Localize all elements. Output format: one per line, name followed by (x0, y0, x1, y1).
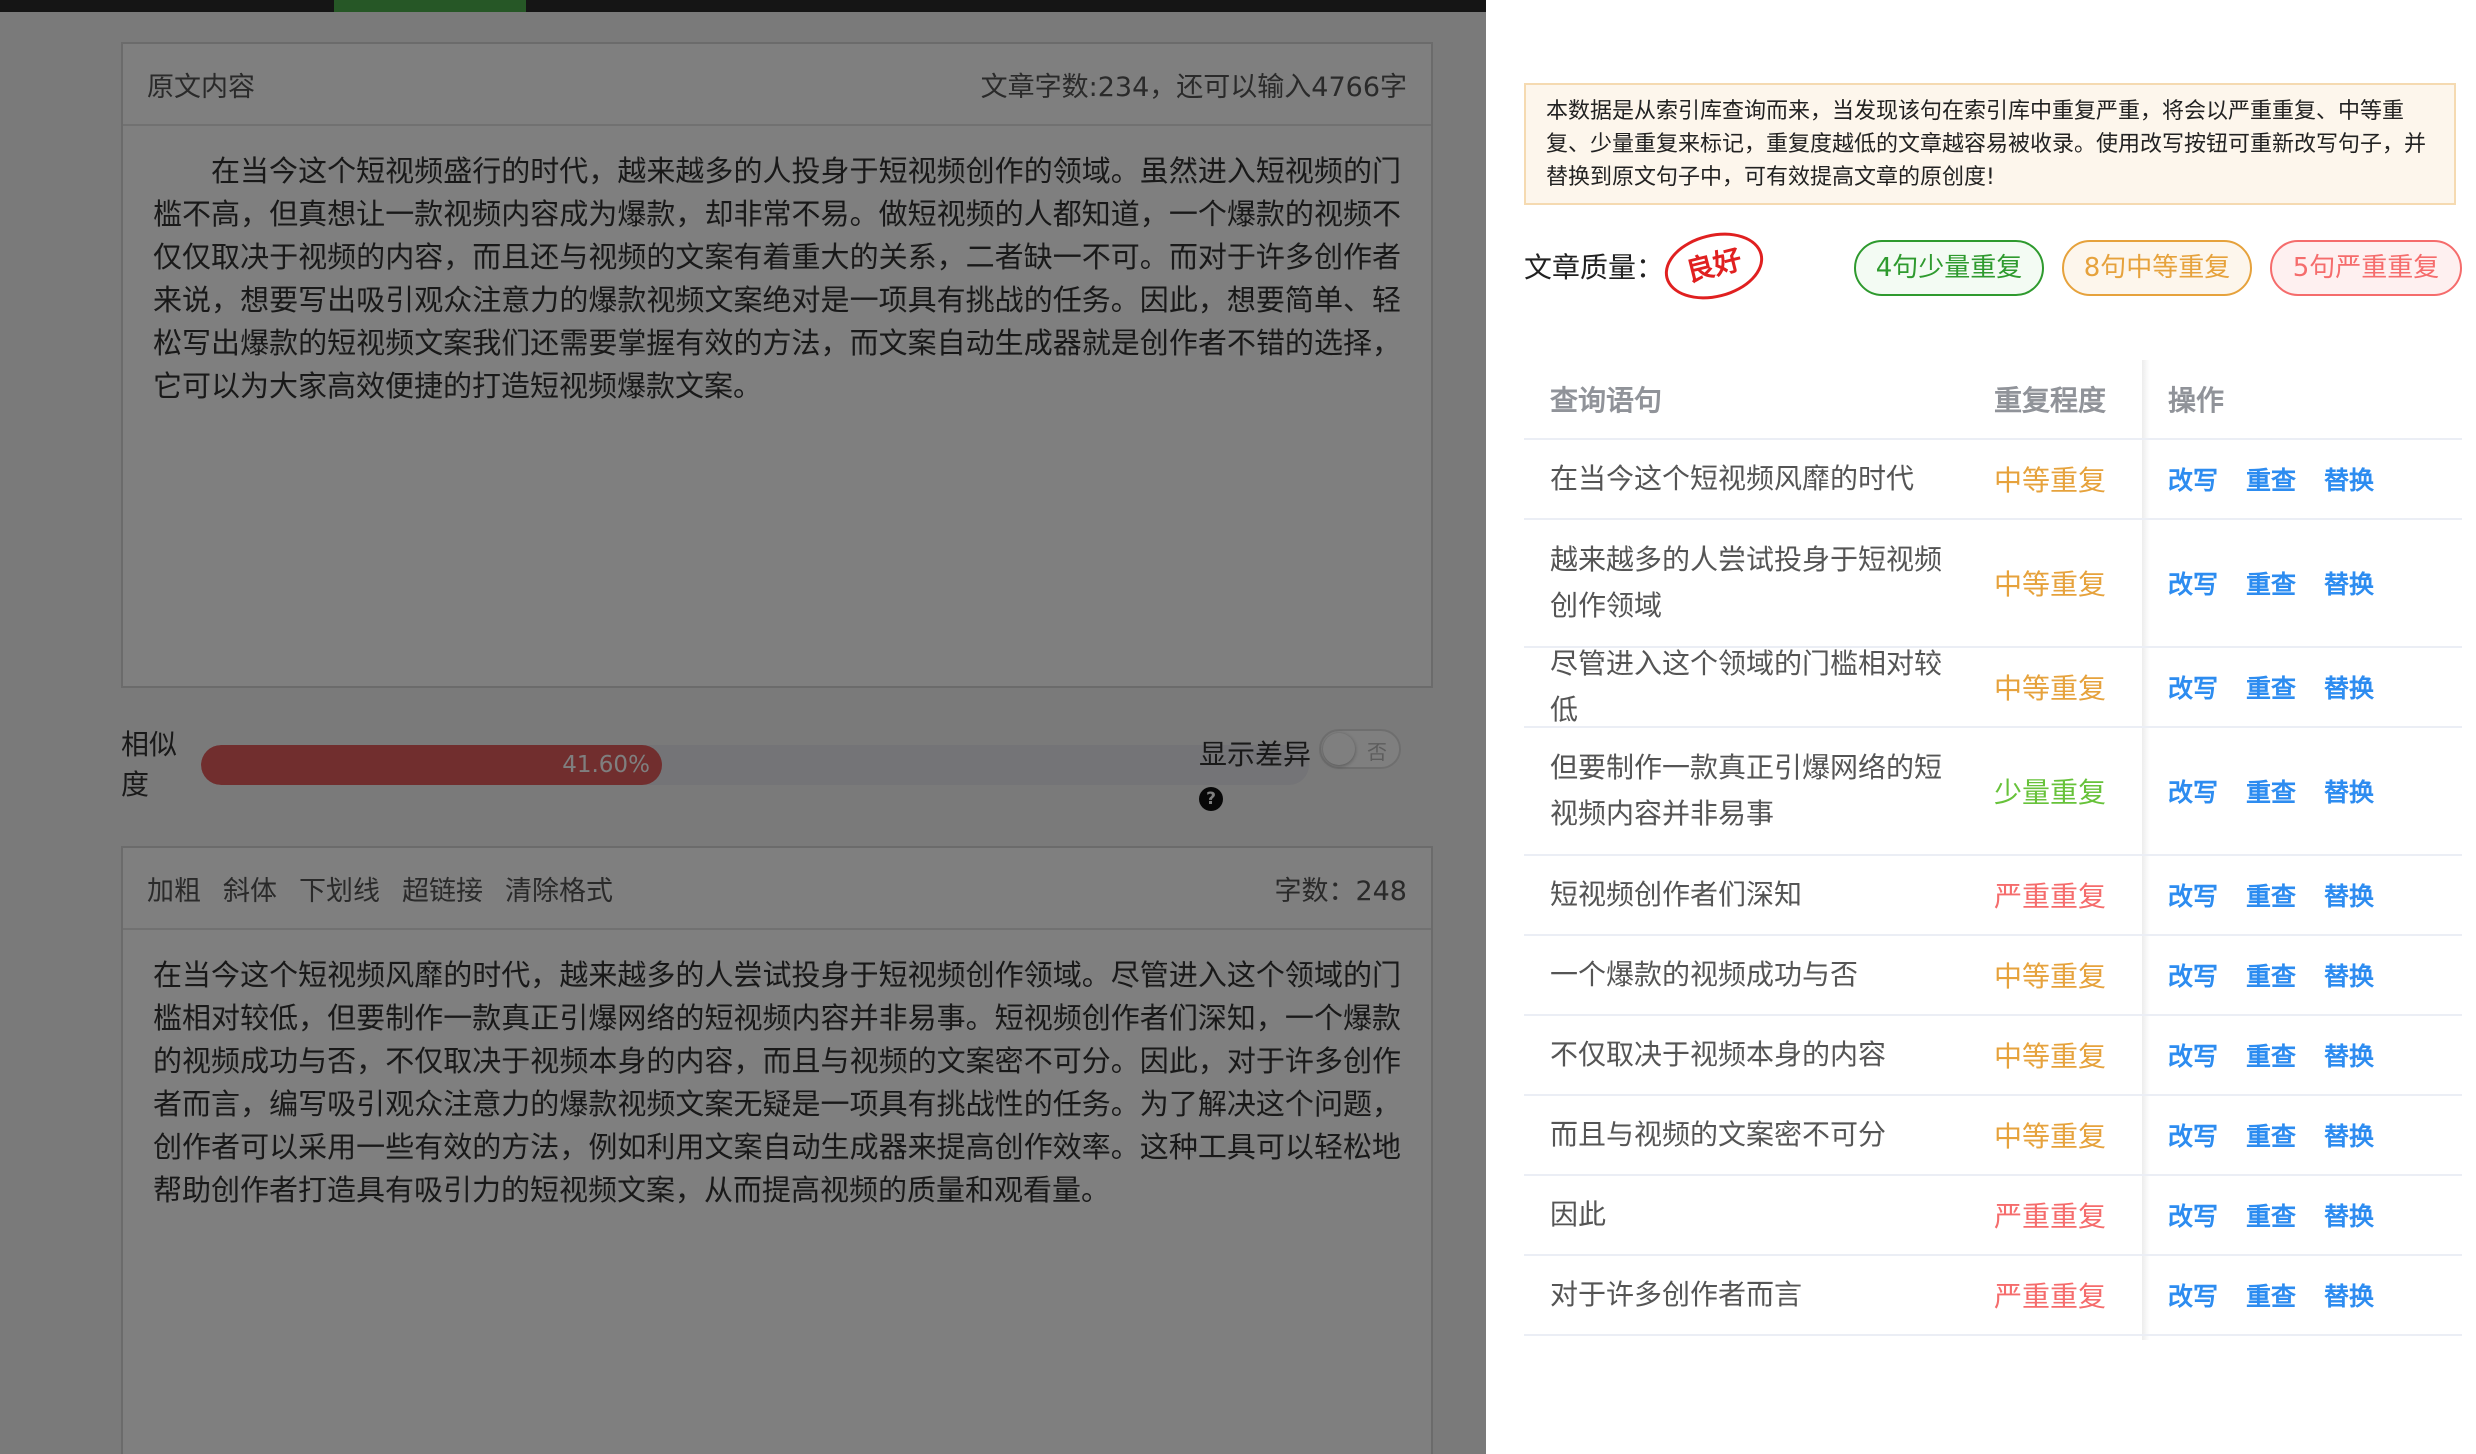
rewrite-button[interactable]: 改写 (2168, 1197, 2218, 1233)
replace-button[interactable]: 替换 (2324, 1037, 2374, 1073)
row-duplicate-level: 中等重复 (1994, 1120, 2107, 1153)
recheck-button[interactable]: 重查 (2246, 1037, 2296, 1073)
row-sentence: 因此 (1550, 1198, 1607, 1231)
rewrite-button[interactable]: 改写 (2168, 461, 2218, 497)
table-body: 在当今这个短视频风靡的时代 中等重复 改写 重查 替换 越来越多的人尝试投身于短视频创作领… (1524, 440, 2462, 1336)
table-row: 短视频创作者们深知 严重重复 改写 重查 替换 (1524, 856, 2462, 936)
row-sentence: 但要制作一款真正引爆网络的短视频内容并非易事 (1550, 751, 1943, 830)
rewrite-button[interactable]: 改写 (2168, 773, 2218, 809)
replace-button[interactable]: 替换 (2324, 1197, 2374, 1233)
medium-duplicate-filter[interactable]: 8句中等重复 (2062, 240, 2252, 296)
recheck-button[interactable]: 重查 (2246, 773, 2296, 809)
modal-overlay[interactable] (0, 0, 1486, 1454)
table-row: 尽管进入这个领域的门槛相对较低 中等重复 改写 重查 替换 (1524, 647, 2462, 728)
row-actions: 改写 重查 替换 (2168, 957, 2458, 993)
recheck-button[interactable]: 重查 (2246, 957, 2296, 993)
rewrite-button[interactable]: 改写 (2168, 565, 2218, 601)
table-row: 一个爆款的视频成功与否 中等重复 改写 重查 替换 (1524, 936, 2462, 1016)
table-header: 查询语句 重复程度 操作 (1524, 360, 2462, 440)
row-duplicate-level: 严重重复 (1994, 880, 2107, 913)
replace-button[interactable]: 替换 (2324, 669, 2374, 705)
row-actions: 改写 重查 替换 (2168, 1197, 2458, 1233)
row-actions: 改写 重查 替换 (2168, 461, 2458, 497)
row-duplicate-level: 中等重复 (1994, 960, 2107, 993)
row-sentence: 在当今这个短视频风靡的时代 (1550, 462, 1915, 495)
row-sentence: 而且与视频的文案密不可分 (1550, 1118, 1887, 1151)
quality-stamp: 良好 (1657, 222, 1771, 310)
high-duplicate-filter[interactable]: 5句严重重复 (2270, 240, 2462, 296)
header-sentence: 查询语句 (1550, 384, 1663, 417)
row-duplicate-level: 中等重复 (1994, 1040, 2107, 1073)
table-row: 越来越多的人尝试投身于短视频创作领域 中等重复 改写 重查 替换 (1524, 520, 2462, 648)
info-notice: 本数据是从索引库查询而来，当发现该句在索引库中重复严重，将会以严重重复、中等重复… (1524, 83, 2456, 205)
replace-button[interactable]: 替换 (2324, 957, 2374, 993)
table-row: 对于许多创作者而言 严重重复 改写 重查 替换 (1524, 1256, 2462, 1336)
row-sentence: 尽管进入这个领域的门槛相对较低 (1550, 647, 1943, 726)
row-sentence: 越来越多的人尝试投身于短视频创作领域 (1550, 543, 1943, 622)
row-actions: 改写 重查 替换 (2168, 773, 2458, 809)
row-actions: 改写 重查 替换 (2168, 669, 2458, 705)
row-duplicate-level: 中等重复 (1994, 568, 2107, 601)
recheck-button[interactable]: 重查 (2246, 461, 2296, 497)
replace-button[interactable]: 替换 (2324, 773, 2374, 809)
table-row: 不仅取决于视频本身的内容 中等重复 改写 重查 替换 (1524, 1016, 2462, 1096)
rewrite-button[interactable]: 改写 (2168, 1037, 2218, 1073)
article-quality-row: 文章质量： 良好 4句少量重复 8句中等重复 5句严重重复 (1524, 222, 2464, 310)
rewrite-button[interactable]: 改写 (2168, 957, 2218, 993)
row-sentence: 对于许多创作者而言 (1550, 1278, 1803, 1311)
recheck-button[interactable]: 重查 (2246, 1197, 2296, 1233)
rewrite-button[interactable]: 改写 (2168, 1277, 2218, 1313)
row-duplicate-level: 中等重复 (1994, 672, 2107, 705)
header-ops: 操作 (2168, 384, 2225, 417)
row-actions: 改写 重查 替换 (2168, 1277, 2458, 1313)
row-actions: 改写 重查 替换 (2168, 1117, 2458, 1153)
rewrite-button[interactable]: 改写 (2168, 1117, 2218, 1153)
header-level: 重复程度 (1994, 384, 2107, 417)
recheck-button[interactable]: 重查 (2246, 1117, 2296, 1153)
editor-area: 原文内容 文章字数:234，还可以输入4766字 在当今这个短视频盛行的时代，越… (0, 0, 1486, 1454)
row-actions: 改写 重查 替换 (2168, 1037, 2458, 1073)
duplicate-check-drawer: 本数据是从索引库查询而来，当发现该句在索引库中重复严重，将会以严重重复、中等重复… (1486, 0, 2476, 1454)
low-duplicate-filter[interactable]: 4句少量重复 (1854, 240, 2044, 296)
row-duplicate-level: 严重重复 (1994, 1200, 2107, 1233)
row-sentence: 一个爆款的视频成功与否 (1550, 958, 1859, 991)
recheck-button[interactable]: 重查 (2246, 565, 2296, 601)
recheck-button[interactable]: 重查 (2246, 877, 2296, 913)
recheck-button[interactable]: 重查 (2246, 669, 2296, 705)
row-sentence: 短视频创作者们深知 (1550, 878, 1803, 911)
replace-button[interactable]: 替换 (2324, 1117, 2374, 1153)
rewrite-button[interactable]: 改写 (2168, 877, 2218, 913)
row-actions: 改写 重查 替换 (2168, 565, 2458, 601)
row-duplicate-level: 严重重复 (1994, 1280, 2107, 1313)
replace-button[interactable]: 替换 (2324, 1277, 2374, 1313)
row-actions: 改写 重查 替换 (2168, 877, 2458, 913)
replace-button[interactable]: 替换 (2324, 461, 2374, 497)
quality-label: 文章质量： (1524, 251, 1665, 284)
row-sentence: 不仅取决于视频本身的内容 (1550, 1038, 1887, 1071)
replace-button[interactable]: 替换 (2324, 565, 2374, 601)
table-row: 而且与视频的文案密不可分 中等重复 改写 重查 替换 (1524, 1096, 2462, 1176)
row-duplicate-level: 中等重复 (1994, 464, 2107, 497)
sentence-check-table: 查询语句 重复程度 操作 在当今这个短视频风靡的时代 中等重复 改写 重查 替换 越来越多… (1524, 360, 2462, 1340)
table-row: 在当今这个短视频风靡的时代 中等重复 改写 重查 替换 (1524, 440, 2462, 520)
replace-button[interactable]: 替换 (2324, 877, 2374, 913)
rewrite-button[interactable]: 改写 (2168, 669, 2218, 705)
table-row: 因此 严重重复 改写 重查 替换 (1524, 1176, 2462, 1256)
recheck-button[interactable]: 重查 (2246, 1277, 2296, 1313)
row-duplicate-level: 少量重复 (1994, 776, 2107, 809)
table-row: 但要制作一款真正引爆网络的短视频内容并非易事 少量重复 改写 重查 替换 (1524, 728, 2462, 856)
